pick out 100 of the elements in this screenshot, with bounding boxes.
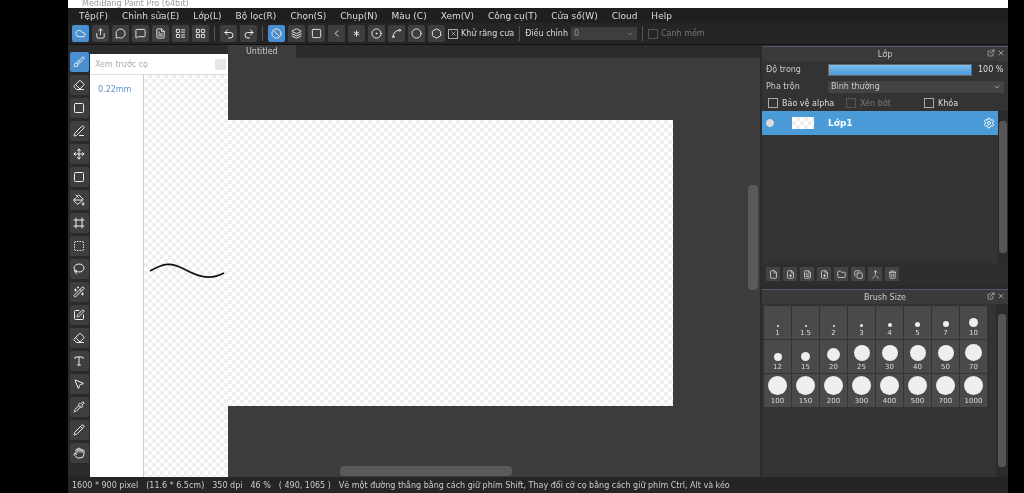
lasso-icon[interactable] bbox=[69, 259, 89, 279]
guide-icon[interactable] bbox=[288, 25, 305, 42]
checkbox[interactable] bbox=[924, 98, 934, 108]
paint-bucket-icon[interactable] bbox=[69, 190, 89, 210]
guide-icon[interactable] bbox=[348, 25, 365, 42]
toolbar-icon[interactable] bbox=[92, 25, 109, 42]
dot-icon bbox=[773, 353, 782, 361]
guide-icon[interactable] bbox=[388, 25, 405, 42]
panel-title: Brush Size bbox=[863, 292, 907, 302]
toolbar-icon[interactable] bbox=[152, 25, 169, 42]
toolbar-icon[interactable] bbox=[172, 25, 189, 42]
panel-title: Lớp bbox=[877, 49, 893, 59]
menu-item[interactable]: Tệp(F) bbox=[72, 10, 115, 21]
square-icon[interactable] bbox=[69, 167, 89, 187]
guide-icon[interactable] bbox=[408, 25, 425, 42]
dot-icon bbox=[908, 376, 927, 395]
square-icon[interactable] bbox=[69, 98, 89, 118]
guide-icon[interactable] bbox=[428, 25, 445, 42]
toolbar-icon[interactable] bbox=[112, 25, 129, 42]
close-icon[interactable] bbox=[997, 292, 1005, 300]
menu-item[interactable]: Chọn(S) bbox=[283, 10, 334, 21]
select-pen-icon[interactable] bbox=[69, 305, 89, 325]
toolbar-icon[interactable] bbox=[132, 25, 149, 42]
dashed-square-icon[interactable] bbox=[69, 236, 89, 256]
opacity-slider[interactable] bbox=[829, 64, 971, 75]
scrollbar-thumb[interactable] bbox=[998, 314, 1006, 467]
layer-tool-icon[interactable] bbox=[851, 267, 865, 281]
dot-icon bbox=[936, 376, 955, 395]
dot-icon bbox=[853, 345, 870, 361]
eraser-icon[interactable] bbox=[69, 75, 89, 95]
checkbox[interactable] bbox=[768, 98, 778, 108]
undock-icon[interactable] bbox=[987, 49, 995, 57]
option-label: Xén bớt bbox=[860, 98, 891, 108]
eraser-select-icon[interactable] bbox=[69, 328, 89, 348]
toolbar-icon[interactable] bbox=[192, 25, 209, 42]
menu-item[interactable]: Công cụ(T) bbox=[480, 10, 545, 21]
menu-item[interactable]: Chụp(N) bbox=[333, 10, 385, 21]
dot-icon bbox=[824, 376, 843, 395]
layer-tool-icon[interactable] bbox=[885, 267, 899, 281]
pointer-icon[interactable] bbox=[69, 374, 89, 394]
menu-item[interactable]: Bộ lọc(R) bbox=[228, 10, 284, 21]
settings-icon[interactable] bbox=[983, 117, 995, 129]
checkbox[interactable] bbox=[648, 28, 658, 39]
anti-alias-label: Khử răng cưa bbox=[461, 29, 515, 38]
document-tab[interactable]: Untitled bbox=[228, 45, 296, 58]
dot-icon bbox=[881, 345, 898, 361]
blend-label: Pha trộn bbox=[766, 82, 801, 91]
menu-item[interactable]: Xem(V) bbox=[433, 10, 481, 21]
dot-icon bbox=[965, 344, 982, 361]
guide-icon[interactable] bbox=[308, 25, 325, 42]
scrollbar-thumb[interactable] bbox=[999, 121, 1007, 253]
hand-icon[interactable] bbox=[69, 443, 89, 463]
status-text: (11.6 * 6.5cm) bbox=[146, 480, 205, 490]
opacity-label: Độ trong bbox=[766, 65, 802, 74]
menu-item[interactable]: Chỉnh sửa(E) bbox=[114, 10, 187, 21]
undo-icon[interactable] bbox=[220, 25, 237, 42]
layer-name: Lớp1 bbox=[828, 118, 854, 128]
guide-icon[interactable] bbox=[268, 25, 285, 42]
layer-tool-icon[interactable] bbox=[817, 267, 831, 281]
status-text: ( 490, 1065 ) bbox=[278, 480, 331, 490]
pen-icon[interactable] bbox=[69, 121, 89, 141]
dot-icon bbox=[860, 324, 863, 327]
checkbox[interactable] bbox=[448, 28, 458, 39]
layer-tool-icon[interactable] bbox=[800, 267, 814, 281]
brush-size-text: 0.22mm bbox=[98, 85, 132, 94]
dot-icon bbox=[964, 376, 983, 395]
dot-icon bbox=[852, 376, 871, 395]
correction-select[interactable]: 0 bbox=[571, 27, 637, 40]
redo-icon[interactable] bbox=[240, 25, 257, 42]
status-text: 46 % bbox=[250, 480, 271, 490]
layer-tool-icon[interactable] bbox=[783, 267, 797, 281]
move-icon[interactable] bbox=[69, 144, 89, 164]
scrollbar-thumb[interactable] bbox=[340, 466, 512, 476]
layer-tool-icon[interactable] bbox=[868, 267, 882, 281]
dot-icon bbox=[969, 318, 978, 327]
correction-label: Điều chỉnh bbox=[525, 29, 568, 38]
opacity-reading: 100 % bbox=[978, 65, 1004, 74]
text-icon[interactable] bbox=[69, 351, 89, 371]
undock-icon[interactable] bbox=[987, 292, 995, 300]
close-icon[interactable] bbox=[997, 49, 1005, 57]
blend-select[interactable]: Bình thường bbox=[828, 80, 1004, 93]
menu-item[interactable]: Help bbox=[644, 10, 679, 21]
soft-edge-label: Cạnh mềm bbox=[661, 29, 705, 38]
option-label: Khóa bbox=[938, 98, 959, 108]
scrollbar-thumb[interactable] bbox=[748, 185, 758, 290]
menu-item[interactable]: Cloud bbox=[604, 10, 645, 21]
magic-wand-icon[interactable] bbox=[69, 282, 89, 302]
layer-thumbnail bbox=[792, 117, 814, 129]
layer-tool-icon[interactable] bbox=[834, 267, 848, 281]
brush-icon[interactable] bbox=[69, 52, 89, 72]
dot-icon bbox=[827, 348, 840, 361]
menu-item[interactable]: Lớp(L) bbox=[186, 10, 229, 21]
dot-icon bbox=[801, 352, 810, 361]
window-title: MediBang Paint Pro (64bit) bbox=[82, 0, 189, 8]
guide-icon[interactable] bbox=[368, 25, 385, 42]
menu-item[interactable]: Cửa sổ(W) bbox=[544, 10, 605, 21]
menu-item[interactable]: Màu (C) bbox=[384, 10, 434, 21]
dot-icon bbox=[909, 345, 926, 361]
status-text: Vẽ một đường thẳng bằng cách giữ phím Shift, Thay đổi cỡ cọ bằng cách giữ phím Ctrl, Alt và kéo bbox=[338, 480, 730, 490]
layer-tool-icon[interactable] bbox=[766, 267, 780, 281]
